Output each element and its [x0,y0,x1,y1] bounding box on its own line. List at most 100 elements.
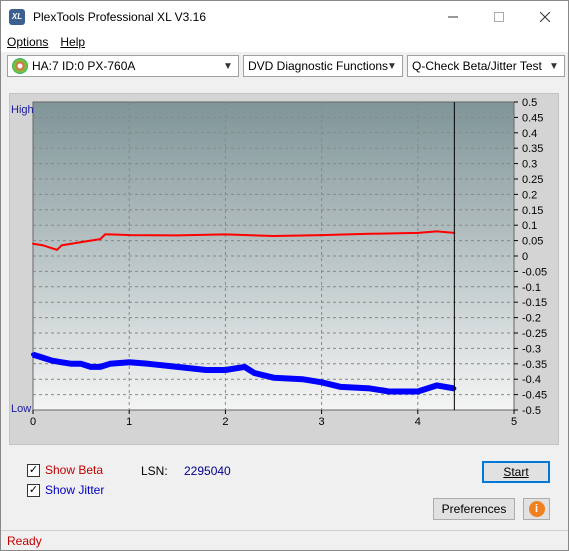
data-point-beta [41,244,44,247]
data-point-beta [368,232,371,235]
disc-drive-icon [12,58,28,74]
y-tick-label: 0.5 [522,97,537,109]
window-title: PlexTools Professional XL V3.16 [33,9,206,24]
chevron-down-icon[interactable]: ▼ [386,59,398,73]
data-point-jitter [415,389,420,394]
y-tick-label: -0.3 [522,343,541,355]
chevron-down-icon[interactable]: ▼ [548,59,560,73]
start-button[interactable]: Start [482,461,550,483]
data-point-jitter [79,361,84,366]
data-point-beta [89,239,92,242]
preferences-button-label: Preferences [441,502,507,516]
maximize-icon[interactable] [476,1,522,32]
chevron-down-icon[interactable]: ▼ [222,59,234,73]
show-jitter-checkbox[interactable]: ✓ Show Jitter [27,483,104,497]
beta-jitter-chart: 012345 0.50.450.40.350.30.250.20.150.10.… [11,97,547,428]
data-point-jitter [127,360,132,365]
y-tick-label: 0.45 [522,112,543,124]
y-tick-label: 0.15 [522,205,543,217]
data-point-beta [32,242,34,245]
data-point-jitter [40,355,45,360]
data-point-jitter [367,386,372,391]
y-tick-label: 0 [522,251,528,263]
data-point-jitter [69,361,74,366]
show-beta-checkbox[interactable]: ✓ Show Beta [27,463,103,477]
test-select[interactable]: Q-Check Beta/Jitter Test ▼ [407,55,565,77]
data-point-beta [320,234,323,237]
y-tick-label: -0.15 [522,297,547,309]
x-tick-label: 0 [30,416,36,428]
high-label: High [11,104,34,116]
y-axis-ticks: 0.5 0.45 0.4 0.35 0.3 0.25 0.2 0.15 0.1 0.05 0 -0.0… [514,97,547,417]
x-tick-label: 2 [222,416,228,428]
function-select[interactable]: DVD Diagnostic Functions ▼ [243,55,403,77]
data-point-beta [272,234,275,237]
menu-options-label: Options [7,35,49,49]
data-point-jitter [319,380,324,385]
data-point-jitter [300,377,305,382]
y-tick-label: -0.35 [522,359,547,371]
data-point-jitter [59,360,64,365]
y-tick-label: 0.3 [522,159,537,171]
checkbox-beta[interactable]: ✓ [27,463,40,477]
function-select-value: DVD Diagnostic Functions [248,59,389,73]
show-beta-label: Show Beta [45,463,104,477]
data-point-jitter [338,384,343,389]
data-point-jitter [107,361,112,366]
data-point-jitter [31,352,35,357]
y-tick-label: 0.4 [522,128,537,140]
x-tick-label: 4 [415,416,421,428]
data-point-jitter [98,364,103,369]
app-logo-icon: XL [9,8,25,25]
data-point-jitter [386,389,391,394]
low-label: Low [11,403,31,415]
y-tick-label: -0.4 [522,374,541,386]
y-tick-label: 0.25 [522,174,543,186]
close-icon[interactable] [522,1,568,32]
drive-select[interactable]: HA:7 ID:0 PX-760A ▼ [7,55,239,77]
menu-help[interactable]: Help [54,35,91,49]
data-point-jitter [252,371,257,376]
minimize-icon[interactable] [430,1,476,32]
data-point-jitter [435,383,440,388]
data-point-beta [416,231,419,234]
data-point-jitter [223,367,228,372]
x-tick-label: 1 [126,416,132,428]
data-point-beta [60,244,63,247]
info-icon: i [528,501,545,517]
menu-options[interactable]: Options [1,35,54,49]
y-tick-label: 0.05 [522,236,543,248]
control-panel: ✓ Show Beta ✓ Show Jitter LSN: 2295040 S… [9,453,559,525]
checkbox-jitter[interactable]: ✓ [27,483,40,497]
data-point-jitter [50,358,55,363]
status-bar: Ready [1,530,568,550]
data-point-jitter [88,364,93,369]
y-tick-label: -0.45 [522,390,547,402]
start-button-label: Start [503,465,529,479]
menu-bar: Options Help [1,32,568,52]
y-tick-label: -0.2 [522,313,541,325]
info-button[interactable]: i [523,498,550,520]
data-point-jitter [242,364,247,369]
data-point-beta [99,238,102,241]
test-select-value: Q-Check Beta/Jitter Test [412,59,542,73]
lsn-value: 2295040 [184,464,231,478]
title-bar: XL PlexTools Professional XL V3.16 [1,1,568,32]
preferences-button[interactable]: Preferences [433,498,515,520]
y-tick-label: -0.25 [522,328,547,340]
x-tick-label: 3 [319,416,325,428]
data-point-jitter [271,375,276,380]
y-tick-label: 0.2 [522,189,537,201]
data-point-beta [51,247,54,250]
x-tick-label: 5 [511,416,517,428]
data-point-beta [176,234,179,237]
data-point-beta [80,241,83,244]
data-point-beta [56,248,59,251]
data-point-beta [70,242,73,245]
chart-panel: 012345 0.5 0.45 0.4 0.35 0.3 0.25 0.2 0.15 0.1 0.… [9,93,559,445]
drive-select-value: HA:7 ID:0 PX-760A [32,59,136,73]
data-point-jitter [204,367,209,372]
app-window: XL PlexTools Professional XL V3.16 Optio… [0,0,569,551]
data-point-jitter [146,361,151,366]
status-text: Ready [7,533,42,548]
